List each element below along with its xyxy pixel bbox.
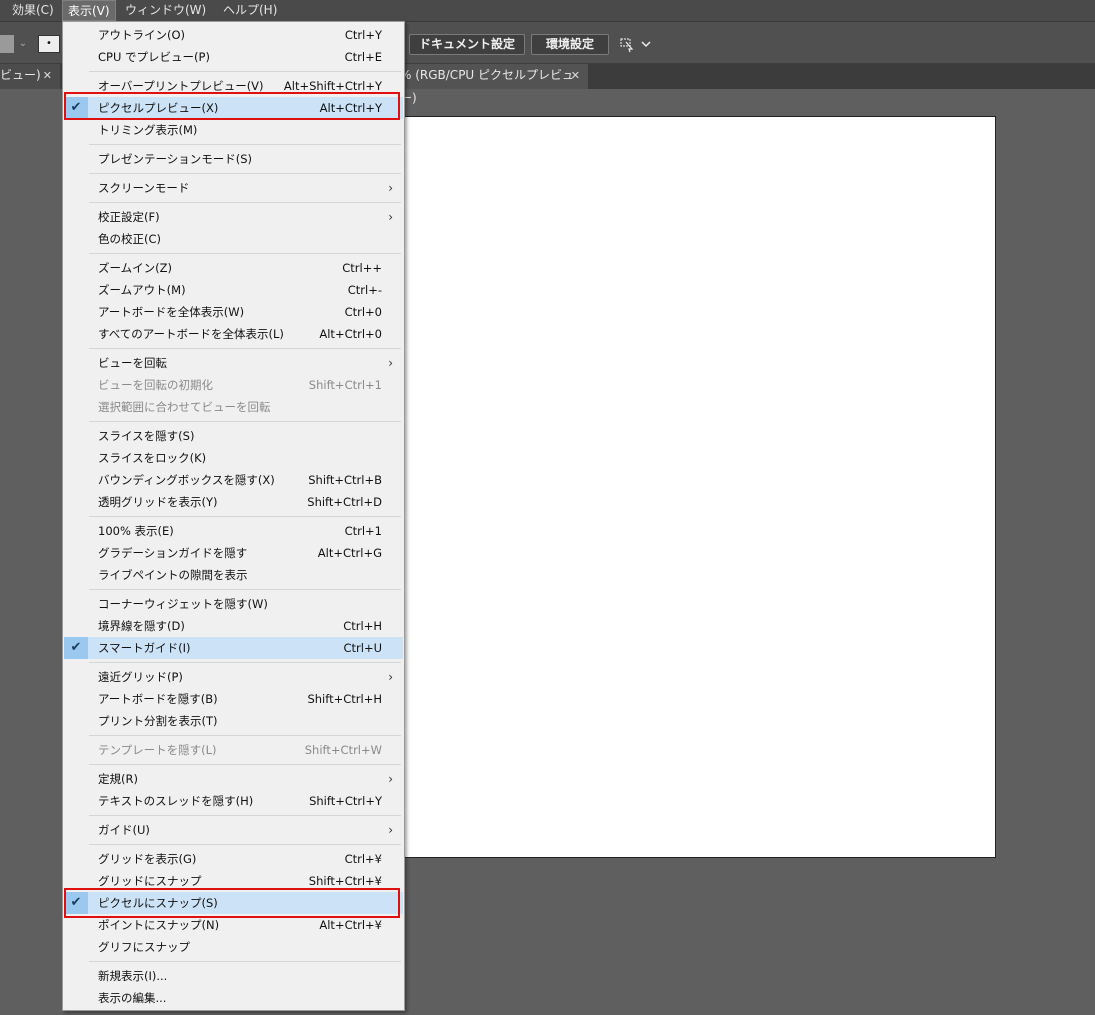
menu-item-hide-bounding-box[interactable]: バウンディングボックスを隠す(X) Shift+Ctrl+B	[64, 469, 403, 491]
checkmark-icon: ✔	[64, 637, 88, 659]
menu-item-show-live-paint-gaps[interactable]: ライブペイントの隙間を表示	[64, 564, 403, 586]
menu-item-zoom-out[interactable]: ズームアウト(M) Ctrl+-	[64, 279, 403, 301]
view-dropdown-menu: アウトライン(O) Ctrl+Y CPU でプレビュー(P) Ctrl+E オーバー…	[62, 21, 405, 1011]
menu-item-cpu-preview[interactable]: CPU でプレビュー(P) Ctrl+E	[64, 46, 403, 68]
chevron-right-icon: ›	[388, 823, 393, 837]
menu-separator	[89, 589, 401, 590]
menu-item-outline[interactable]: アウトライン(O) Ctrl+Y	[64, 24, 403, 46]
menu-item-show-print-tiling[interactable]: プリント分割を表示(T)	[64, 710, 403, 732]
preferences-button[interactable]: 環境設定	[531, 34, 609, 55]
chevron-right-icon: ›	[388, 181, 393, 195]
close-icon[interactable]: ✕	[43, 64, 52, 87]
menu-item-show-grid[interactable]: グリッドを表示(G) Ctrl+¥	[64, 848, 403, 870]
menu-item-hide-slices[interactable]: スライスを隠す(S)	[64, 425, 403, 447]
menu-item-rotate-view[interactable]: ビューを回転 ›	[64, 352, 403, 374]
menu-item-lock-slices[interactable]: スライスをロック(K)	[64, 447, 403, 469]
menu-separator	[89, 662, 401, 663]
menu-separator	[89, 735, 401, 736]
menu-item-new-view[interactable]: 新規表示(I)...	[64, 965, 403, 987]
tab-current-document[interactable]: % (RGB/CPU ピクセルプレビュー) ✕	[398, 64, 588, 105]
menu-item-rulers[interactable]: 定規(R) ›	[64, 768, 403, 790]
menu-separator	[89, 144, 401, 145]
menu-item-perspective-grid[interactable]: 遠近グリッド(P) ›	[64, 666, 403, 688]
menu-item-zoom-in[interactable]: ズームイン(Z) Ctrl++	[64, 257, 403, 279]
menu-item-presentation-mode[interactable]: プレゼンテーションモード(S)	[64, 148, 403, 170]
menu-effect[interactable]: 効果(C)	[7, 0, 59, 21]
menu-help[interactable]: ヘルプ(H)	[218, 0, 282, 21]
menu-separator	[89, 348, 401, 349]
menu-item-hide-artboards[interactable]: アートボードを隠す(B) Shift+Ctrl+H	[64, 688, 403, 710]
menu-item-fit-artboard[interactable]: アートボードを全体表示(W) Ctrl+0	[64, 301, 403, 323]
menu-separator	[89, 764, 401, 765]
menu-window[interactable]: ウィンドウ(W)	[120, 0, 211, 21]
menu-item-proof-colors[interactable]: 色の校正(C)	[64, 228, 403, 250]
fill-swatch[interactable]	[0, 35, 14, 53]
menubar: 効果(C) 表示(V) ウィンドウ(W) ヘルプ(H)	[0, 0, 1095, 22]
tab-label: % (RGB/CPU ピクセルプレビュー)	[400, 68, 575, 105]
menu-separator	[89, 202, 401, 203]
menu-item-hide-text-threads[interactable]: テキストのスレッドを隠す(H) Shift+Ctrl+Y	[64, 790, 403, 812]
menu-separator	[89, 844, 401, 845]
tab-label: ビュー)	[0, 68, 41, 82]
document-settings-button[interactable]: ドキュメント設定	[409, 34, 525, 55]
menu-separator	[89, 421, 401, 422]
menu-item-hide-gradient-annotator[interactable]: グラデーションガイドを隠す Alt+Ctrl+G	[64, 542, 403, 564]
menu-item-hide-template: テンプレートを隠す(L) Shift+Ctrl+W	[98, 743, 382, 757]
menu-item-screen-mode[interactable]: スクリーンモード ›	[64, 177, 403, 199]
chevron-right-icon: ›	[388, 670, 393, 684]
highlight-box	[64, 92, 400, 120]
menu-item-edit-views[interactable]: 表示の編集...	[64, 987, 403, 1009]
menu-separator	[89, 173, 401, 174]
menu-item-proof-setup[interactable]: 校正設定(F) ›	[64, 206, 403, 228]
stroke-swatch-icon[interactable]: •	[38, 35, 60, 53]
menu-view[interactable]: 表示(V)	[62, 0, 116, 21]
menu-separator	[89, 815, 401, 816]
menu-separator	[89, 71, 401, 72]
menu-item-smart-guides[interactable]: ✔ スマートガイド(I) Ctrl+U	[64, 637, 403, 659]
menu-item-trim-view[interactable]: トリミング表示(M)	[64, 119, 403, 141]
menu-item-reset-rotate-view: ビューを回転の初期化 Shift+Ctrl+1	[98, 378, 382, 392]
close-icon[interactable]: ✕	[571, 64, 580, 87]
menu-item-snap-to-glyph[interactable]: グリフにスナップ	[64, 936, 403, 958]
tab-previous-document[interactable]: ビュー) ✕	[0, 64, 60, 89]
menu-item-actual-size[interactable]: 100% 表示(E) Ctrl+1	[64, 520, 403, 542]
chevron-right-icon: ›	[388, 210, 393, 224]
menu-item-hide-corner-widget[interactable]: コーナーウィジェットを隠す(W)	[64, 593, 403, 615]
menu-item-rotate-to-selection: 選択範囲に合わせてビューを回転	[98, 400, 271, 414]
menu-separator	[89, 253, 401, 254]
arrange-documents-icon[interactable]	[618, 34, 658, 55]
menu-item-guides[interactable]: ガイド(U) ›	[64, 819, 403, 841]
arrange-icon	[620, 38, 651, 53]
chevron-down-icon[interactable]: ⌄	[14, 35, 32, 53]
menu-separator	[89, 516, 401, 517]
chevron-right-icon: ›	[388, 356, 393, 370]
artboard[interactable]	[396, 116, 996, 858]
menu-item-show-transparency-grid[interactable]: 透明グリッドを表示(Y) Shift+Ctrl+D	[64, 491, 403, 513]
menu-separator	[89, 961, 401, 962]
menu-item-hide-edges[interactable]: 境界線を隠す(D) Ctrl+H	[64, 615, 403, 637]
menu-item-fit-all[interactable]: すべてのアートボードを全体表示(L) Alt+Ctrl+0	[64, 323, 403, 345]
highlight-box	[64, 888, 400, 918]
chevron-right-icon: ›	[388, 772, 393, 786]
